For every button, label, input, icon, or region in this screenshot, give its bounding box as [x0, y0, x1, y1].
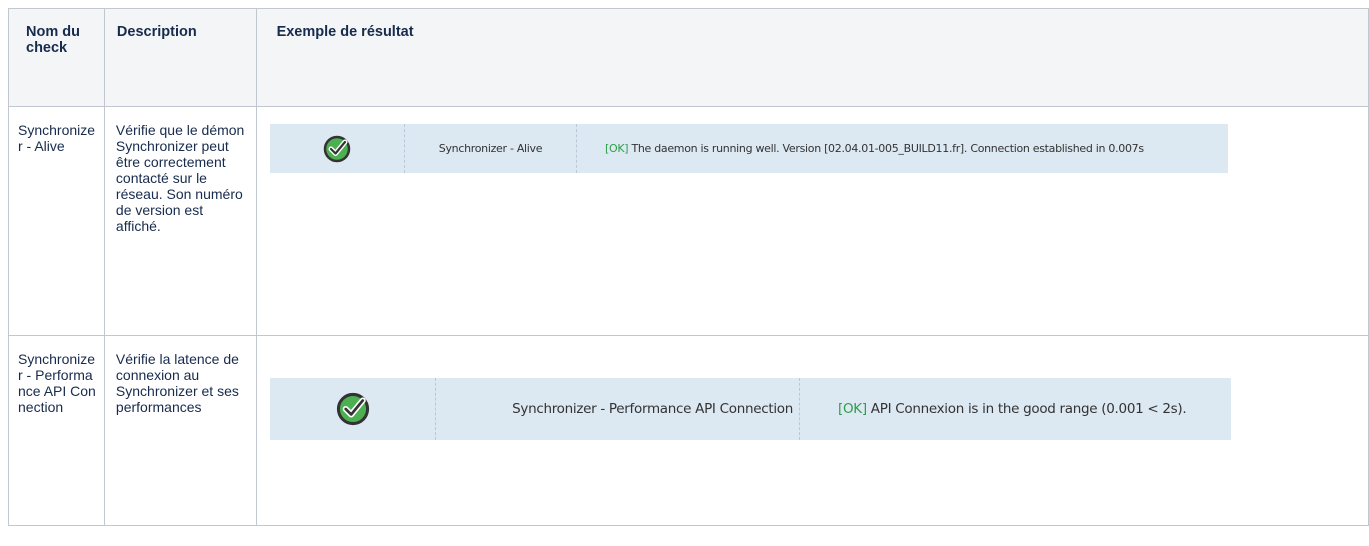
ok-status: [OK] — [838, 401, 867, 417]
message-text: The daemon is running well. Version [02.… — [628, 142, 1144, 155]
row-name: Synchronizer - Alive — [8, 106, 105, 336]
check-circle-icon — [336, 392, 369, 426]
status-icon-cell — [270, 124, 405, 173]
row-name: Synchronizer - Performance API Connectio… — [8, 335, 105, 526]
ok-status: [OK] — [605, 142, 629, 155]
header-row: Nom du check Description Exemple de résu… — [8, 8, 1369, 107]
check-circle-icon — [323, 135, 351, 162]
result-message: [OK] API Connexion is in the good range … — [800, 378, 1187, 440]
checks-table: Nom du check Description Exemple de résu… — [8, 8, 1369, 526]
result-message: [OK] The daemon is running well. Version… — [577, 124, 1144, 173]
example-result-image: Synchronizer - Alive [OK] The daemon is … — [270, 124, 1228, 173]
message-text: API Connexion is in the good range (0.00… — [866, 401, 1187, 417]
status-icon-cell — [270, 378, 436, 440]
header-description: Description — [103, 8, 257, 107]
check-label: Synchronizer - Performance API Connectio… — [436, 378, 800, 440]
row-description: Vérifie la latence de connexion au Synch… — [103, 335, 257, 526]
example-result-image: Synchronizer - Performance API Connectio… — [270, 378, 1231, 440]
row-description: Vérifie que le démon Synchronizer peut ê… — [103, 106, 257, 336]
check-label: Synchronizer - Alive — [405, 124, 577, 173]
header-name: Nom du check — [8, 8, 105, 107]
header-example: Exemple de résultat — [255, 8, 1369, 107]
